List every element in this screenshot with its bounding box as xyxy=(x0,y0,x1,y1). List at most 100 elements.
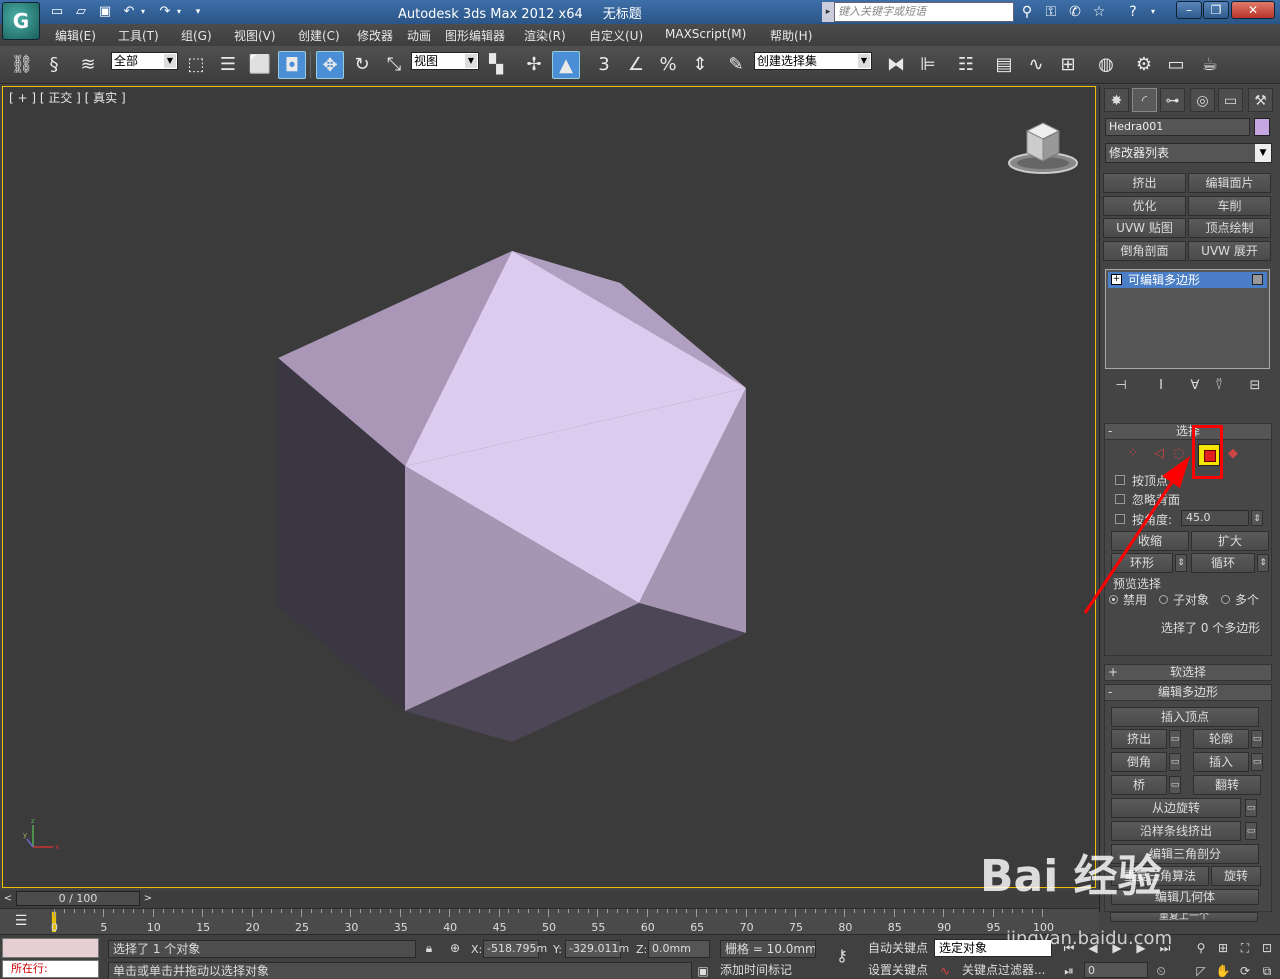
redo-icon[interactable]: ↷ xyxy=(156,3,174,21)
stack-item-editable-poly[interactable]: + 可编辑多边形 xyxy=(1108,272,1267,288)
time-configuration-icon[interactable]: ⏲ xyxy=(1152,962,1170,979)
lock-selection-icon[interactable]: 🔒︎ xyxy=(420,939,438,957)
bridge-settings-icon[interactable]: ▭ xyxy=(1169,776,1181,794)
time-tag-icon[interactable]: ▣ xyxy=(694,962,712,979)
bind-space-warp-icon[interactable]: ≋ xyxy=(74,51,102,79)
menu-graph-editors[interactable]: 图形编辑器 xyxy=(445,27,505,44)
menu-tools[interactable]: 工具(T) xyxy=(118,27,159,44)
close-button[interactable]: ✕ xyxy=(1231,1,1275,19)
tab-motion-icon[interactable]: ◎ xyxy=(1190,88,1215,112)
open-file-icon[interactable]: ▱ xyxy=(72,3,90,21)
key-mode-toggle-icon[interactable]: ⏯ xyxy=(1060,962,1078,979)
hedra-object[interactable] xyxy=(273,247,763,747)
soft-selection-rollout[interactable]: + 软选择 xyxy=(1104,664,1272,681)
app-logo-icon[interactable]: G xyxy=(2,2,40,40)
auto-key-button[interactable]: 自动关键点 xyxy=(864,940,930,958)
undo-icon[interactable]: ↶ xyxy=(120,3,138,21)
menu-rendering[interactable]: 渲染(R) xyxy=(524,27,566,44)
preview-multi-radio[interactable] xyxy=(1221,595,1230,604)
repeat-last-button[interactable]: 重复上一个 xyxy=(1110,912,1258,922)
select-by-name-icon[interactable]: ☰ xyxy=(214,51,242,79)
modifier-optimize-button[interactable]: 优化 xyxy=(1103,196,1186,216)
select-and-link-icon[interactable]: ⛓ xyxy=(8,51,36,79)
stack-item-toggle[interactable] xyxy=(1252,274,1263,285)
menu-help[interactable]: 帮助(H) xyxy=(770,27,812,44)
modifier-list-dropdown[interactable]: 修改器列表 ▼ xyxy=(1105,143,1272,163)
menu-create[interactable]: 创建(C) xyxy=(298,27,340,44)
rendered-frame-window-icon[interactable]: ▭ xyxy=(1162,51,1190,79)
help-icon[interactable]: ? xyxy=(1124,3,1142,21)
zoom-icon[interactable]: ⚲ xyxy=(1192,939,1210,957)
modifier-bevel-profile-button[interactable]: 倒角剖面 xyxy=(1103,241,1186,261)
time-slider-next-icon[interactable]: > xyxy=(141,891,155,906)
named-selection-sets-dropdown[interactable]: 创建选择集 ▼ xyxy=(754,52,872,70)
object-name-field[interactable]: Hedra001 xyxy=(1105,118,1250,136)
flip-button[interactable]: 翻转 xyxy=(1193,775,1261,795)
select-and-move-icon[interactable]: ✥ xyxy=(316,51,344,79)
modifier-extrude-button[interactable]: 挤出 xyxy=(1103,173,1186,193)
save-icon[interactable]: ▣ xyxy=(96,3,114,21)
menu-views[interactable]: 视图(V) xyxy=(234,27,276,44)
menu-customize[interactable]: 自定义(U) xyxy=(589,27,643,44)
key-tangent-icon[interactable]: ∿ xyxy=(936,962,954,979)
absolute-mode-icon[interactable]: ⊕ xyxy=(446,939,464,957)
perspective-viewport[interactable]: [ + ] [ 正交 ] [ 真实 ] z x y xyxy=(2,86,1096,888)
edit-polygons-header[interactable]: - 编辑多边形 xyxy=(1105,685,1271,701)
bevel-settings-icon[interactable]: ▭ xyxy=(1169,753,1181,771)
set-key-button[interactable]: 设置关键点 xyxy=(864,962,930,979)
script-line-label[interactable]: 所在行: xyxy=(2,960,99,978)
expand-plus-icon[interactable]: + xyxy=(1111,274,1122,285)
search-arrow-icon[interactable]: ▸ xyxy=(822,2,834,22)
hinge-from-edge-button[interactable]: 从边旋转 xyxy=(1111,798,1241,818)
curve-editor-icon[interactable]: ∿ xyxy=(1022,51,1050,79)
selection-filter-dropdown[interactable]: 全部 ▼ xyxy=(111,52,178,70)
graphite-modeling-icon[interactable]: ▤ xyxy=(990,51,1018,79)
maximize-viewport-icon[interactable]: ⧉ xyxy=(1258,962,1276,979)
collapse-minus-icon[interactable]: - xyxy=(1108,424,1112,439)
layer-manager-icon[interactable]: ☷ xyxy=(952,51,980,79)
object-color-swatch[interactable] xyxy=(1254,118,1270,136)
key-filters-button[interactable]: 关键点过滤器... xyxy=(958,962,1052,979)
z-coord-field[interactable]: 0.0mm xyxy=(648,940,710,958)
menu-maxscript[interactable]: MAXScript(M) xyxy=(665,27,746,41)
extrude-settings-icon[interactable]: ▭ xyxy=(1169,730,1181,748)
mirror-icon[interactable]: ⧓ xyxy=(882,51,910,79)
extrude-button[interactable]: 挤出 xyxy=(1111,729,1167,749)
maxscript-listener[interactable] xyxy=(2,938,99,958)
modifier-edit-patch-button[interactable]: 编辑面片 xyxy=(1188,173,1271,193)
collapse-minus-icon[interactable]: - xyxy=(1108,685,1112,700)
rect-selection-region-icon[interactable]: ⬜ xyxy=(246,51,274,79)
percent-snap-icon[interactable]: % xyxy=(654,51,682,79)
material-editor-icon[interactable]: ◍ xyxy=(1092,51,1120,79)
x-coord-field[interactable]: -518.795m xyxy=(483,940,547,958)
element-mode-icon[interactable]: ◆ xyxy=(1223,444,1243,464)
keyboard-shortcut-override-icon[interactable]: ▲ xyxy=(552,51,580,79)
outline-settings-icon[interactable]: ▭ xyxy=(1251,730,1263,748)
pin-stack-icon[interactable]: ⊣ xyxy=(1111,376,1131,396)
spinner-snap-icon[interactable]: ⇕ xyxy=(686,51,714,79)
select-and-rotate-icon[interactable]: ↻ xyxy=(348,51,376,79)
subscription-icon[interactable]: ⚿ xyxy=(1042,3,1060,21)
redo-dropdown-icon[interactable]: ▾ xyxy=(174,3,184,21)
orbit-icon[interactable]: ⟳ xyxy=(1236,962,1254,979)
loop-button[interactable]: 循环 xyxy=(1191,553,1255,573)
hinge-settings-icon[interactable]: ▭ xyxy=(1245,799,1257,817)
outline-button[interactable]: 轮廓 xyxy=(1193,729,1249,749)
field-of-view-icon[interactable]: ◸ xyxy=(1192,962,1210,979)
pivot-center-icon[interactable]: ▚ xyxy=(482,51,510,79)
communication-icon[interactable]: ✆ xyxy=(1066,3,1084,21)
zoom-extents-all-icon[interactable]: ⊡ xyxy=(1258,939,1276,957)
grow-button[interactable]: 扩大 xyxy=(1191,531,1269,551)
tab-utilities-icon[interactable]: ⚒ xyxy=(1248,88,1273,112)
track-bar[interactable]: ☰ 0 5 10 15 20 25 30 35 40 45 50 55 60 65 70 75 80 85 90 95… xyxy=(0,908,1099,934)
tab-display-icon[interactable]: ▭ xyxy=(1218,88,1243,112)
schematic-view-icon[interactable]: ⊞ xyxy=(1054,51,1082,79)
tab-create-icon[interactable]: ✸ xyxy=(1104,88,1129,112)
render-setup-icon[interactable]: ⚙ xyxy=(1130,51,1158,79)
mini-curve-editor-icon[interactable]: ☰ xyxy=(6,909,36,933)
new-file-icon[interactable]: ▭ xyxy=(48,3,66,21)
tab-modify-icon[interactable]: ◜ xyxy=(1132,88,1157,112)
remove-modifier-icon[interactable]: ⍢ xyxy=(1209,376,1229,396)
menu-edit[interactable]: 编辑(E) xyxy=(55,27,96,44)
bevel-button[interactable]: 倒角 xyxy=(1111,752,1167,772)
